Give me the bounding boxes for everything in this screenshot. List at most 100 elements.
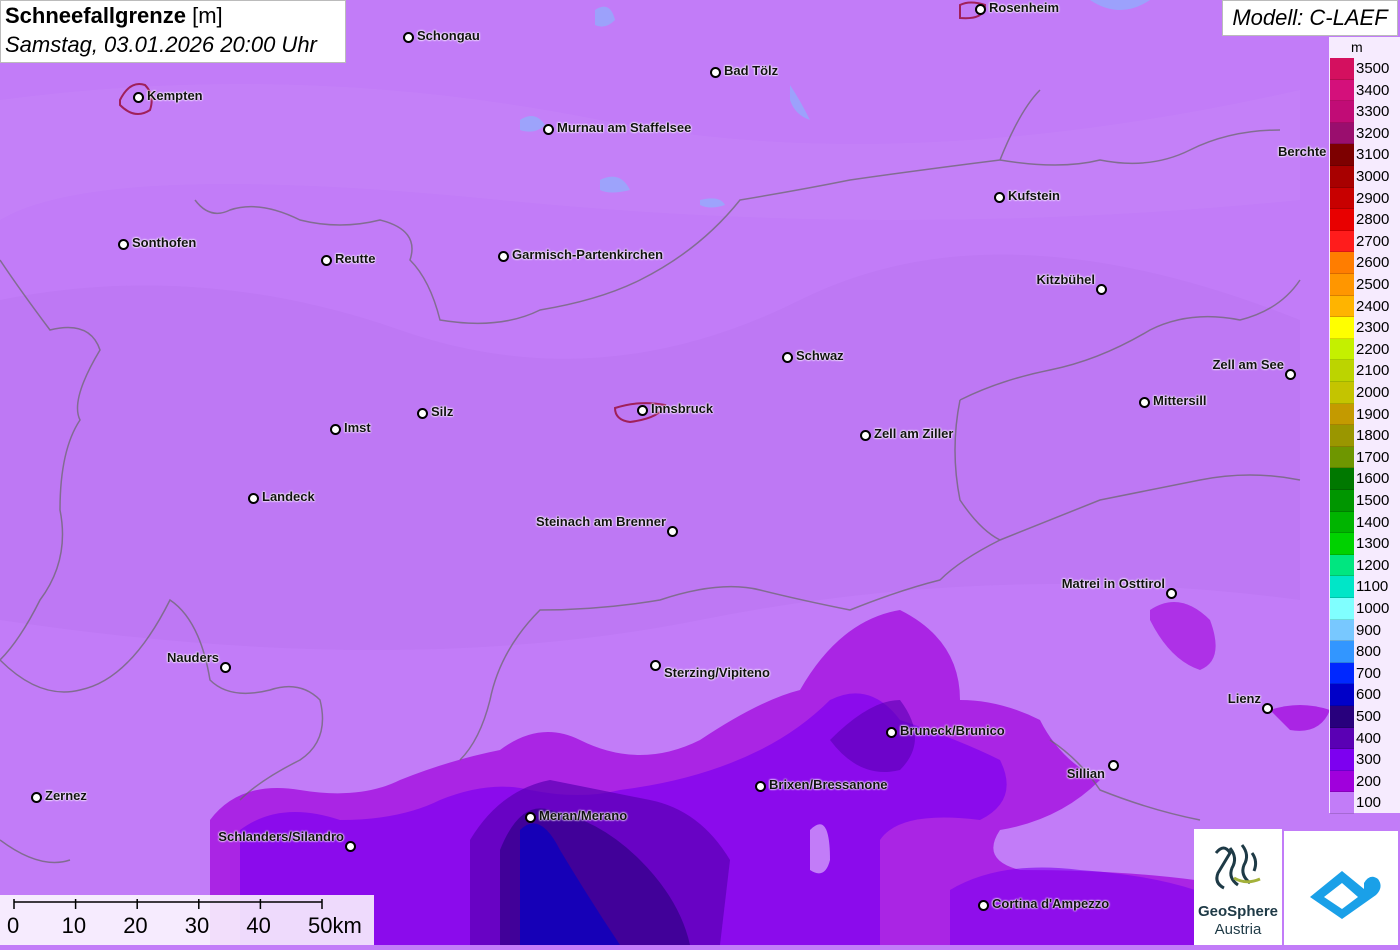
city-marker[interactable]	[133, 92, 144, 103]
legend-label: 3000	[1356, 168, 1390, 185]
city-label[interactable]: Murnau am Staffelsee	[557, 120, 691, 135]
city-label[interactable]: Brixen/Bressanone	[769, 777, 888, 792]
city-marker[interactable]	[403, 32, 414, 43]
legend-item: 900	[1329, 619, 1400, 642]
legend-item: 2800	[1329, 209, 1400, 231]
legend-item: 1900	[1329, 403, 1400, 426]
city-label[interactable]: Bruneck/Brunico	[900, 723, 1005, 738]
city-marker[interactable]	[1096, 284, 1107, 295]
city-marker[interactable]	[755, 781, 766, 792]
legend-swatch	[1330, 554, 1354, 577]
legend-label: 100	[1356, 794, 1382, 812]
parameter-name: Schneefallgrenze	[5, 3, 186, 28]
legend-label: 1000	[1356, 600, 1390, 617]
city-label[interactable]: Lienz	[1228, 691, 1261, 706]
legend-label: 200	[1356, 772, 1382, 790]
legend-label: 3400	[1356, 81, 1390, 99]
city-label[interactable]: Bad Tölz	[724, 63, 778, 78]
city-marker[interactable]	[1262, 703, 1273, 714]
city-label[interactable]: Sterzing/Vipiteno	[664, 665, 770, 680]
city-marker[interactable]	[978, 900, 989, 911]
city-label[interactable]: Nauders	[167, 650, 219, 665]
city-label[interactable]: Zernez	[45, 788, 87, 803]
city-label[interactable]: Imst	[344, 420, 371, 435]
city-label[interactable]: Meran/Merano	[539, 808, 627, 823]
city-marker[interactable]	[220, 662, 231, 673]
city-marker[interactable]	[321, 255, 332, 266]
city-marker[interactable]	[782, 352, 793, 363]
legend-swatch	[1330, 425, 1354, 447]
city-marker[interactable]	[1166, 588, 1177, 599]
city-marker[interactable]	[1285, 369, 1296, 380]
legend-swatch	[1330, 79, 1354, 102]
city-label[interactable]: Schongau	[417, 28, 480, 43]
legend-item: 3500	[1329, 58, 1400, 80]
legend-swatch	[1330, 533, 1354, 555]
city-label[interactable]: Innsbruck	[651, 401, 713, 416]
city-marker[interactable]	[1139, 397, 1150, 408]
city-marker[interactable]	[886, 727, 897, 738]
city-label[interactable]: Schwaz	[796, 348, 844, 363]
scale-label: 20	[123, 913, 148, 938]
city-label[interactable]: Zell am See	[1212, 357, 1284, 372]
model-label: Modell: C-LAEF	[1222, 0, 1398, 36]
legend-label: 2200	[1356, 340, 1390, 358]
city-label[interactable]: Schlanders/Silandro	[218, 829, 344, 844]
city-marker[interactable]	[525, 812, 536, 823]
city-marker[interactable]	[1108, 760, 1119, 771]
legend-item: 2500	[1329, 274, 1400, 296]
city-label[interactable]: Cortina d'Ampezzo	[992, 896, 1109, 911]
legend-item: 2400	[1329, 295, 1400, 318]
scale-label: 10	[61, 913, 87, 938]
legend-swatch	[1330, 274, 1354, 296]
city-marker[interactable]	[860, 430, 871, 441]
city-label[interactable]: Reutte	[335, 251, 375, 266]
legend-label: 1500	[1356, 492, 1390, 509]
legend-label: 3100	[1356, 146, 1390, 164]
city-label[interactable]: Landeck	[262, 489, 315, 504]
city-label[interactable]: Kitzbühel	[1037, 272, 1096, 287]
city-marker[interactable]	[31, 792, 42, 803]
legend-swatch	[1330, 58, 1354, 80]
legend-label: 500	[1356, 708, 1382, 725]
city-label[interactable]: Silz	[431, 404, 453, 419]
city-label[interactable]: Matrei in Osttirol	[1062, 576, 1165, 591]
legend-item: 1700	[1329, 446, 1400, 469]
city-marker[interactable]	[543, 124, 554, 135]
legend-swatch	[1330, 727, 1354, 750]
city-marker[interactable]	[118, 239, 129, 250]
legend-item: 2700	[1329, 230, 1400, 253]
city-marker[interactable]	[637, 405, 648, 416]
city-label[interactable]: Mittersill	[1153, 393, 1206, 408]
city-marker[interactable]	[994, 192, 1005, 203]
city-marker[interactable]	[330, 424, 341, 435]
city-marker[interactable]	[667, 526, 678, 537]
city-label[interactable]: Sillian	[1067, 766, 1105, 781]
scale-label: 40	[246, 913, 271, 938]
city-label[interactable]: Steinach am Brenner	[536, 514, 666, 529]
city-marker[interactable]	[975, 4, 986, 15]
city-marker[interactable]	[417, 408, 428, 419]
legend-swatch	[1330, 122, 1354, 145]
city-marker[interactable]	[498, 251, 509, 262]
city-label[interactable]: Rosenheim	[989, 0, 1059, 15]
legend-swatch	[1330, 684, 1354, 706]
city-marker[interactable]	[345, 841, 356, 852]
city-label[interactable]: Berchte	[1278, 144, 1326, 159]
city-label[interactable]: Kufstein	[1008, 188, 1060, 203]
legend-swatch	[1330, 511, 1354, 534]
city-label[interactable]: Sonthofen	[132, 235, 196, 250]
legend-label: 1800	[1356, 427, 1390, 445]
weather-logo	[1284, 831, 1398, 945]
legend-label: 900	[1356, 621, 1382, 639]
legend-label: 1900	[1356, 405, 1390, 423]
city-marker[interactable]	[650, 660, 661, 671]
city-label[interactable]: Zell am Ziller	[874, 426, 953, 441]
city-marker[interactable]	[710, 67, 721, 78]
legend-swatch	[1330, 598, 1354, 620]
city-label[interactable]: Garmisch-Partenkirchen	[512, 247, 663, 262]
city-label[interactable]: Kempten	[147, 88, 203, 103]
snowfall-limit-map[interactable]	[0, 0, 1400, 945]
city-marker[interactable]	[248, 493, 259, 504]
legend-label: 1200	[1356, 556, 1390, 574]
